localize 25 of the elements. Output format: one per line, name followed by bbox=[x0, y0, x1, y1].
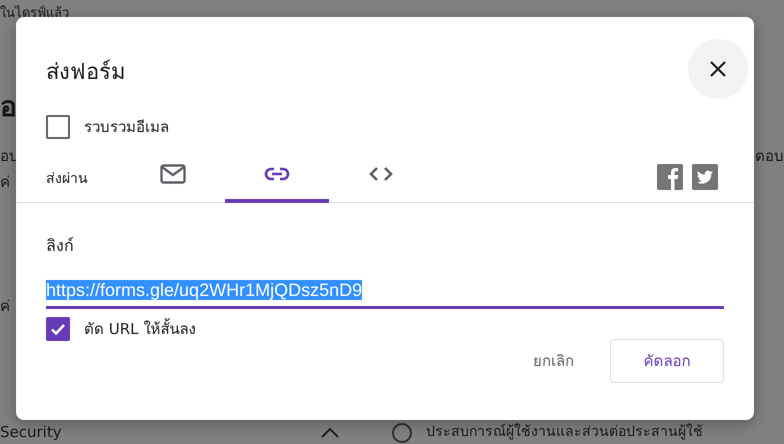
link-icon bbox=[264, 167, 290, 181]
page-text: Security bbox=[0, 422, 62, 442]
radio-button[interactable] bbox=[392, 423, 412, 443]
close-icon bbox=[709, 60, 727, 78]
checkbox[interactable] bbox=[46, 317, 70, 341]
checkbox[interactable] bbox=[46, 115, 70, 139]
checkbox-label: ตัด URL ให้สั้นลง bbox=[84, 317, 196, 340]
send-via-label: ส่งผ่าน bbox=[46, 170, 89, 188]
page-text: ค่ bbox=[0, 296, 10, 317]
facebook-icon[interactable] bbox=[657, 164, 683, 190]
chevron-up-icon bbox=[320, 426, 340, 438]
page-text: ประสบการณ์ผู้ใช้งานและส่วนต่อประสานผู้ใช้ bbox=[426, 422, 703, 442]
twitter-icon[interactable] bbox=[692, 164, 718, 190]
dialog-title: ส่งฟอร์ม bbox=[46, 58, 126, 86]
envelope-icon bbox=[160, 164, 186, 184]
checkbox-label: รวบรวมอีเมล bbox=[84, 117, 169, 138]
link-heading: ลิงก์ bbox=[46, 235, 75, 257]
page-text: ค่ bbox=[0, 172, 10, 193]
link-field[interactable]: https://forms.gle/uq2WHr1MjQDsz5nD9 bbox=[46, 280, 724, 309]
page-text: ในไดรฟ์แล้ว bbox=[0, 4, 69, 23]
code-brackets-icon bbox=[368, 166, 394, 182]
page-text: อ bbox=[0, 89, 17, 125]
copy-button[interactable]: คัดลอก bbox=[610, 339, 724, 383]
cancel-button[interactable]: ยกเลิก bbox=[527, 348, 580, 374]
page-text: ตอบ bbox=[755, 146, 784, 167]
